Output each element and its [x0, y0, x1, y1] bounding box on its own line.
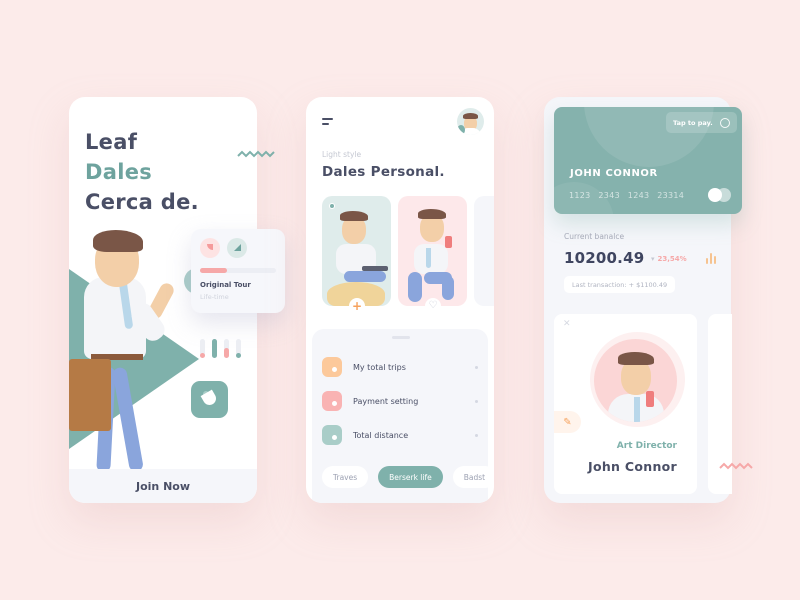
slider-level: [236, 353, 241, 358]
sheet-drag-handle[interactable]: [392, 336, 410, 339]
status-dot: [329, 203, 335, 209]
chip-berserk-life[interactable]: Berserk life: [378, 466, 443, 488]
menu-item-label: Total distance: [353, 430, 409, 440]
chip-badst[interactable]: Badst: [452, 466, 494, 488]
slider-2[interactable]: [212, 339, 217, 358]
slider-1[interactable]: [200, 339, 205, 358]
pink-shape-icon: [200, 238, 220, 258]
menu-icon[interactable]: [322, 118, 334, 126]
plus-icon: +: [351, 299, 363, 313]
balance-change: ▾ 23,54%: [651, 255, 687, 263]
menu-item[interactable]: My total trips: [322, 357, 478, 377]
tour-title: Original Tour: [200, 281, 251, 289]
equalizer-sliders: [200, 339, 241, 358]
fingerprint-icon: [719, 117, 730, 128]
menu-item-label: My total trips: [353, 362, 406, 372]
onboarding-title: Leaf Dales Cerca de.: [85, 127, 199, 217]
pencil-icon: ✎: [563, 416, 572, 428]
character-card-2[interactable]: ♡: [398, 196, 467, 314]
character-card-3-partial[interactable]: [474, 196, 494, 306]
category-chips: Traves Berserk life Badst: [322, 466, 494, 488]
personal-title: Dales Personal.: [322, 164, 445, 180]
slider-level: [200, 353, 205, 358]
style-eyebrow: Light style: [322, 150, 362, 159]
tap-to-pay-button[interactable]: Tap to pay.: [666, 112, 737, 133]
title-line-3: Cerca de.: [85, 190, 199, 214]
favorite-button[interactable]: ♡: [425, 298, 441, 314]
tour-subtitle: Life-time: [200, 293, 229, 301]
profile-avatar: [594, 339, 677, 422]
slider-4[interactable]: [236, 339, 241, 358]
card-holder-name: JOHN CONNOR: [570, 168, 658, 179]
tap-to-pay-label: Tap to pay.: [673, 118, 713, 127]
profile-role: Art Director: [616, 441, 677, 451]
profile-name: John Connor: [588, 459, 677, 474]
teal-shape-icon: [227, 238, 247, 258]
user-avatar[interactable]: [457, 108, 484, 135]
card-network-logo: [708, 188, 732, 202]
chip-traves[interactable]: Traves: [322, 466, 369, 488]
title-line-1: Leaf: [85, 130, 138, 154]
edit-button[interactable]: ✎: [554, 411, 581, 433]
original-tour-card[interactable]: Original Tour Life-time: [191, 229, 285, 313]
balance-value: 10200.49: [564, 249, 645, 267]
profile-card[interactable]: ✕ ✎ Art Director John Connor: [554, 314, 697, 494]
balance-label: Current banalce: [564, 232, 625, 241]
menu-item[interactable]: Payment setting: [322, 391, 478, 411]
more-dot-icon: [475, 365, 478, 369]
down-arrow-icon: ▾: [651, 255, 655, 263]
join-now-label: Join Now: [135, 479, 190, 493]
join-now-button[interactable]: Join Now: [69, 469, 257, 503]
menu-item-icon: [322, 391, 342, 411]
last-transaction: Last transaction: + $1100.49: [564, 276, 676, 293]
more-dot-icon: [475, 433, 478, 437]
tour-progress-fill: [200, 268, 227, 273]
menu-item-icon: [322, 357, 342, 377]
character-illustration: [69, 227, 209, 473]
menu-item-label: Payment setting: [353, 396, 419, 406]
title-line-2: Dales: [85, 160, 153, 184]
slider-level: [212, 339, 217, 358]
bar-chart-icon[interactable]: [706, 252, 716, 264]
pie-app-button[interactable]: [191, 381, 228, 418]
teal-wave-decoration: [237, 150, 275, 158]
menu-item-icon: [322, 425, 342, 445]
slider-level: [224, 347, 229, 358]
balance-change-value: 23,54%: [657, 255, 687, 263]
add-button[interactable]: +: [349, 298, 365, 314]
slider-3[interactable]: [224, 339, 229, 358]
heart-icon: ♡: [428, 300, 438, 311]
personal-screen: Light style Dales Personal. + ♡ My total…: [306, 97, 494, 503]
more-dot-icon: [475, 399, 478, 403]
credit-card[interactable]: Tap to pay. JOHN CONNOR 1123 2343 1243 2…: [554, 107, 742, 214]
character-card-1[interactable]: +: [322, 196, 391, 314]
pink-wave-decoration: [719, 462, 753, 470]
close-icon[interactable]: ✕: [563, 319, 571, 329]
tour-progress-bar: [200, 268, 276, 273]
menu-item[interactable]: Total distance: [322, 425, 478, 445]
card-number: 1123 2343 1243 23314: [569, 191, 685, 200]
